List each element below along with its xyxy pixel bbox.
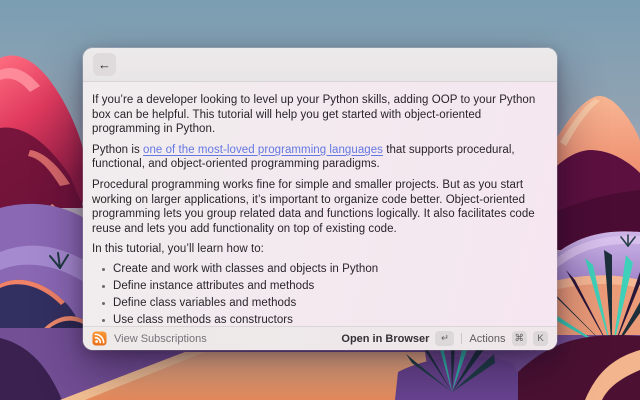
reader-window: ← If you’re a developer looking to level… xyxy=(83,48,557,350)
list-item-text: Create and work with classes and objects… xyxy=(113,263,378,275)
paragraph-intro: If you’re a developer looking to level u… xyxy=(92,93,548,137)
open-in-browser-button[interactable]: Open in Browser ↵ xyxy=(341,331,454,346)
window-header: ← xyxy=(83,48,557,82)
enter-key-icon: ↵ xyxy=(435,331,454,346)
footer-divider xyxy=(461,333,462,344)
back-arrow-icon: ← xyxy=(98,58,111,71)
list-item: Define instance attributes and methods xyxy=(92,279,548,294)
paragraph-link: Python is one of the most-loved programm… xyxy=(92,143,548,172)
paragraph-list-intro: In this tutorial, you’ll learn how to: xyxy=(92,242,548,257)
rss-icon xyxy=(92,331,107,346)
bullet-icon xyxy=(102,319,105,322)
list-item-text: Define instance attributes and methods xyxy=(113,280,314,292)
bullet-icon xyxy=(102,302,105,305)
k-key-icon: K xyxy=(533,331,548,346)
extension-info: View Subscriptions xyxy=(92,331,341,346)
cmd-key-icon: ⌘ xyxy=(512,331,528,346)
paragraph-procedural: Procedural programming works fine for si… xyxy=(92,178,548,236)
list-item-text: Define class variables and methods xyxy=(113,297,296,309)
article-content: If you’re a developer looking to level u… xyxy=(83,82,557,326)
view-subscriptions-label: View Subscriptions xyxy=(114,333,207,345)
bullet-icon xyxy=(102,268,105,271)
bullet-icon xyxy=(102,285,105,288)
list-item: Use class methods as constructors xyxy=(92,313,548,326)
paragraph-link-prefix: Python is xyxy=(92,144,143,156)
window-footer: View Subscriptions Open in Browser ↵ Act… xyxy=(83,326,557,350)
most-loved-languages-link[interactable]: one of the most-loved programming langua… xyxy=(143,144,383,156)
footer-actions: Open in Browser ↵ Actions ⌘ K xyxy=(341,331,548,346)
actions-label: Actions xyxy=(469,333,505,345)
learn-list: Create and work with classes and objects… xyxy=(92,262,548,326)
back-button[interactable]: ← xyxy=(93,53,116,76)
open-in-browser-label: Open in Browser xyxy=(341,333,429,345)
actions-button[interactable]: Actions ⌘ K xyxy=(469,331,548,346)
list-item: Define class variables and methods xyxy=(92,296,548,311)
list-item-text: Use class methods as constructors xyxy=(113,314,293,326)
list-item: Create and work with classes and objects… xyxy=(92,262,548,277)
